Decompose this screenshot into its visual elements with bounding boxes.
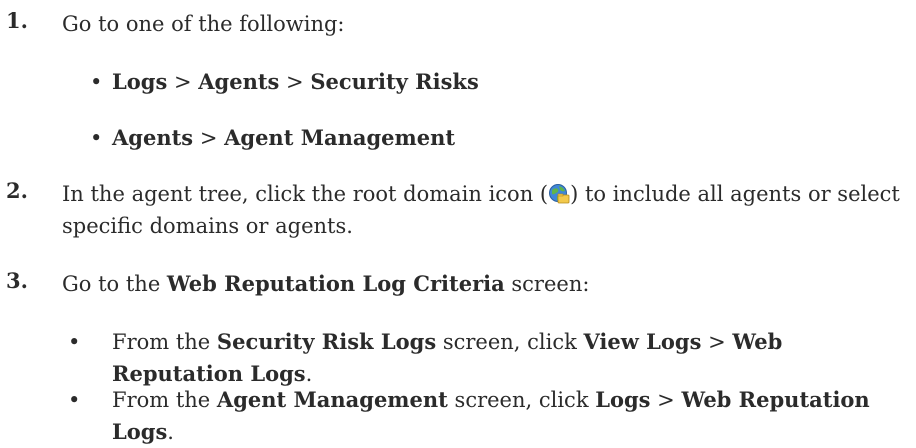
menu-path-part: Security Risks: [310, 69, 479, 94]
bullet: •: [90, 126, 103, 150]
menu-path-part: Agents: [198, 69, 280, 94]
step-text: Go to one of the following:: [62, 12, 345, 36]
instructions-page: 1. Go to one of the following: • Logs > A…: [0, 0, 916, 444]
screen-name: Web Reputation Log Criteria: [166, 271, 505, 296]
list-item: • Agents > Agent Management: [90, 122, 896, 154]
bullet: •: [68, 330, 81, 354]
menu-path-part: Agent Management: [224, 125, 456, 150]
step-number: 3.: [6, 268, 28, 293]
screen-name: Agent Management: [216, 387, 448, 412]
step-number: 2.: [6, 178, 28, 203]
list-item: • Logs > Agents > Security Risks: [90, 66, 896, 98]
list-item: • From the Agent Management screen, click…: [68, 384, 916, 448]
globe-folder-icon: [548, 182, 570, 204]
separator: >: [193, 126, 225, 150]
menu-path-part: View Logs: [583, 329, 702, 354]
step-text: In the agent tree, click the root domain…: [62, 182, 900, 238]
menu-path-part: Agents: [112, 125, 194, 150]
separator: >: [167, 70, 199, 94]
bullet: •: [90, 70, 103, 94]
step-text: Go to the Web Reputation Log Criteria sc…: [62, 271, 590, 296]
separator: >: [279, 70, 311, 94]
step-number: 1.: [6, 8, 28, 33]
menu-path-part: Logs: [595, 387, 651, 412]
screen-name: Security Risk Logs: [216, 329, 437, 354]
list-item: • From the Security Risk Logs screen, cli…: [68, 326, 912, 390]
bullet: •: [68, 388, 81, 412]
menu-path-part: Logs: [112, 69, 168, 94]
